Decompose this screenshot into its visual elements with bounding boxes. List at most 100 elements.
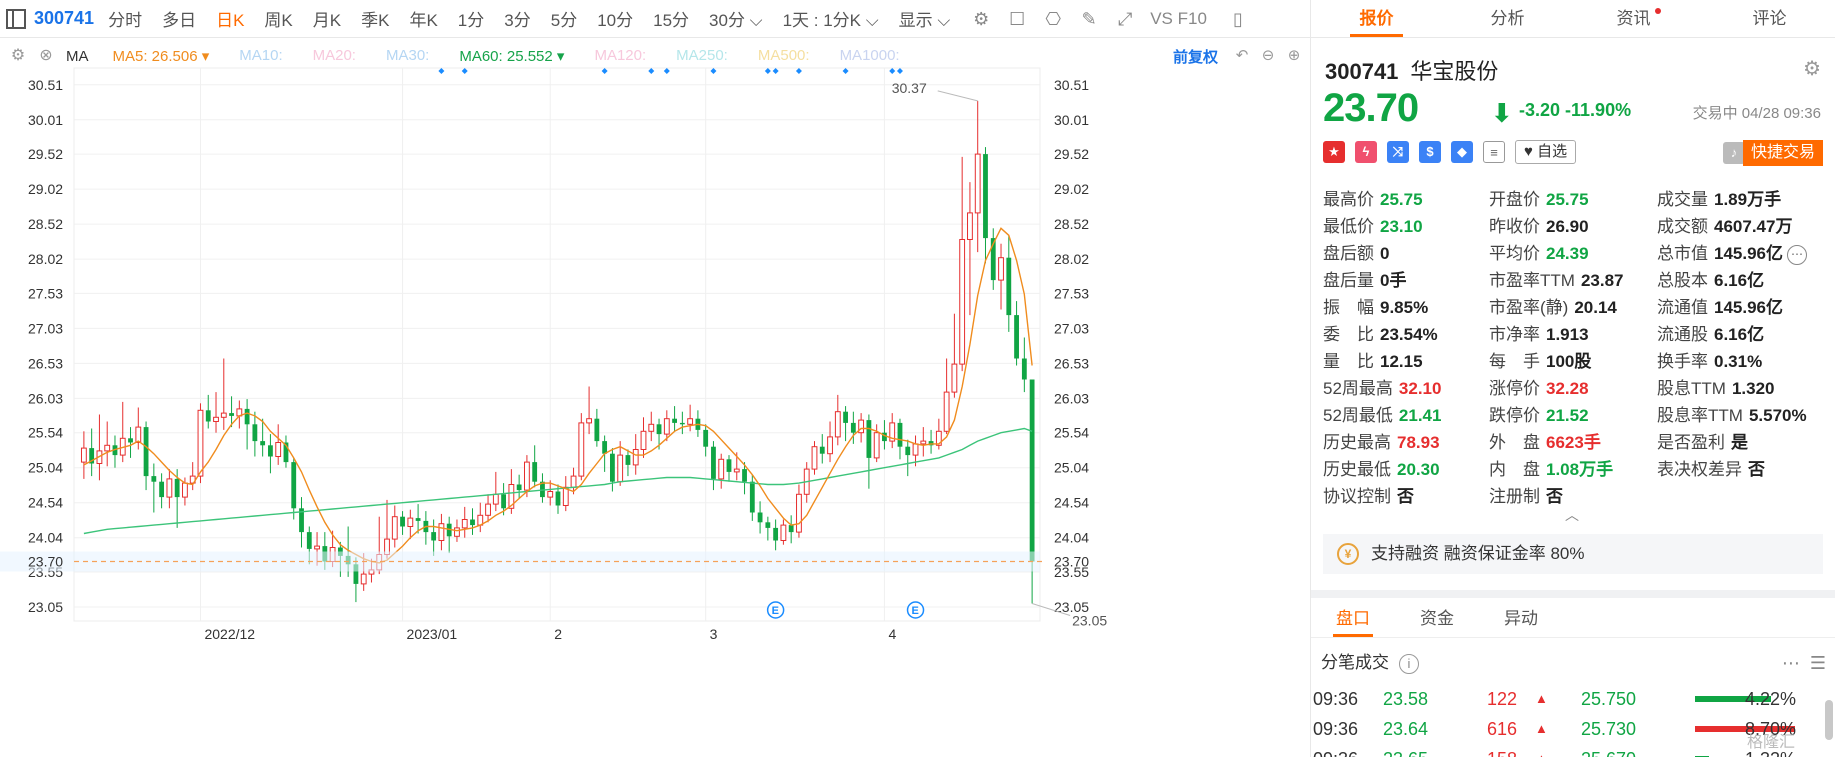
- period-tab[interactable]: 3分: [504, 6, 530, 31]
- quote-row: 52周最低 21.41 跌停价 21.52 股息率TTM 5.570%: [1323, 402, 1833, 429]
- period-tab[interactable]: 显示 ⌵: [899, 6, 951, 31]
- info-icon[interactable]: i: [1399, 654, 1419, 674]
- candle: [866, 414, 872, 489]
- quote-tab[interactable]: 资讯: [1573, 0, 1704, 37]
- ma-item[interactable]: MA250:: [676, 47, 728, 65]
- sub-tab[interactable]: 资金: [1395, 600, 1479, 637]
- event-marker[interactable]: [896, 68, 903, 74]
- event-marker[interactable]: [795, 68, 802, 74]
- period-tab[interactable]: 季K: [361, 6, 389, 31]
- camera-icon[interactable]: ⎔: [1042, 8, 1064, 30]
- candle-body: [974, 153, 981, 214]
- margin-info[interactable]: ¥ 支持融资 融资保证金率 80%: [1323, 534, 1823, 574]
- period-tab[interactable]: 15分: [653, 6, 689, 31]
- ma-item[interactable]: MA20:: [313, 47, 356, 65]
- quote-row: 历史最低 20.30 内 盘 1.08万手 表决权差异否: [1323, 456, 1833, 483]
- candle: [983, 147, 988, 264]
- period-tab[interactable]: 年K: [409, 6, 437, 31]
- period-tab[interactable]: 周K: [264, 6, 292, 31]
- quote-row: 振 幅 9.85% 市盈率(静) 20.14 流通值 145.96亿: [1323, 294, 1833, 321]
- period-tab[interactable]: 10分: [597, 6, 633, 31]
- more-menu-icon[interactable]: ⋯ ☰: [1782, 648, 1826, 678]
- quote-cell: 52周最低 21.41: [1323, 402, 1489, 429]
- add-watchlist-button[interactable]: ♥ 自选: [1515, 140, 1577, 164]
- candle-body: [632, 449, 639, 466]
- quote-cell: 振 幅 9.85%: [1323, 294, 1489, 321]
- period-tab[interactable]: 1天 : 1分K ⌵: [783, 6, 879, 31]
- quote-tab[interactable]: 分析: [1442, 0, 1573, 37]
- period-tab[interactable]: 30分 ⌵: [709, 6, 763, 31]
- period-tab[interactable]: 1分: [458, 6, 484, 31]
- ma-item[interactable]: MA10:: [239, 47, 282, 65]
- close-icon[interactable]: ⊗: [36, 46, 56, 66]
- quote-tab[interactable]: 评论: [1704, 0, 1835, 37]
- quote-tab[interactable]: 报价: [1311, 0, 1442, 37]
- event-marker[interactable]: [438, 68, 445, 74]
- quote-label: 52周最高: [1323, 379, 1393, 398]
- settings-icon[interactable]: ⚙: [970, 8, 992, 30]
- event-marker[interactable]: [764, 68, 771, 74]
- candle-body: [135, 426, 142, 444]
- period-tab[interactable]: 5分: [551, 6, 577, 31]
- current-price-tag-right: 23.70: [1054, 554, 1089, 570]
- sidebar-icon[interactable]: ▯: [1227, 8, 1249, 30]
- panel-toggle-icon[interactable]: [6, 8, 26, 29]
- candle-body: [501, 494, 507, 509]
- collapse-caret-icon[interactable]: ︿: [1565, 505, 1579, 525]
- quick-trade-button[interactable]: 快捷交易: [1742, 140, 1823, 166]
- sub-tab[interactable]: 异动: [1479, 600, 1563, 637]
- ma-item[interactable]: MA500:: [758, 47, 810, 65]
- bell-icon[interactable]: ♪: [1723, 142, 1745, 164]
- china-flag-icon[interactable]: ★: [1323, 141, 1345, 163]
- ma-item[interactable]: MA60: 25.552 ▾: [459, 47, 564, 65]
- event-marker[interactable]: [648, 68, 655, 74]
- lightning-icon[interactable]: ϟ: [1355, 141, 1377, 163]
- event-marker[interactable]: [889, 68, 896, 74]
- kline-chart[interactable]: 30.51 30.51 30.01 30.01 29.52 29.52 29.02 29.02…: [0, 66, 1310, 757]
- fullscreen-icon[interactable]: ⤢: [1114, 8, 1136, 30]
- period-tab[interactable]: 分时: [108, 6, 142, 31]
- doc-icon[interactable]: ≡: [1483, 141, 1505, 163]
- ma-item[interactable]: MA30:: [386, 47, 429, 65]
- quote-cell: 每 手 100股: [1489, 348, 1657, 375]
- pen-icon[interactable]: ✎: [1078, 8, 1100, 30]
- gear-icon[interactable]: ⚙: [1803, 56, 1821, 81]
- event-marker[interactable]: [710, 68, 717, 74]
- gear-icon[interactable]: ⚙: [8, 46, 28, 66]
- event-marker[interactable]: [842, 68, 849, 74]
- ma-item[interactable]: MA1000:: [840, 47, 900, 65]
- event-marker[interactable]: [601, 68, 608, 74]
- quote-tabs: 报价 分析 资讯 评论: [1311, 0, 1835, 38]
- ma-label[interactable]: MA: [66, 48, 89, 65]
- quote-value: 23.87: [1580, 271, 1624, 290]
- quote-panel: 报价 分析 资讯 评论 300741 华宝股份 ⚙ 23.70 ⬇ -3.20 -11.…: [1310, 0, 1835, 757]
- ma-item[interactable]: MA5: 26.506 ▾: [113, 47, 210, 65]
- event-marker[interactable]: [461, 68, 468, 74]
- candle-body: [1014, 315, 1019, 359]
- quote-cell: 最高价 25.75: [1323, 186, 1489, 213]
- candle-body: [360, 573, 367, 585]
- draw-box-icon[interactable]: ☐: [1006, 8, 1028, 30]
- event-marker[interactable]: [663, 68, 670, 74]
- zoom-out-icon[interactable]: ⊖: [1258, 46, 1278, 66]
- undo-icon[interactable]: ↶: [1232, 46, 1252, 66]
- period-tab[interactable]: 日K: [216, 6, 244, 31]
- dollar-icon[interactable]: $: [1419, 141, 1441, 163]
- candle: [299, 497, 304, 548]
- candle-body: [843, 411, 848, 423]
- vs-f10-button[interactable]: VS F10: [1150, 9, 1207, 29]
- tag-icon[interactable]: ◆: [1451, 141, 1473, 163]
- event-marker[interactable]: [772, 68, 779, 74]
- zoom-in-icon[interactable]: ⊕: [1284, 46, 1304, 66]
- adjust-select[interactable]: 前复权: [1173, 46, 1218, 67]
- period-tab[interactable]: 多日: [162, 6, 196, 31]
- quote-value: 6623手: [1546, 433, 1601, 452]
- candle-body: [703, 429, 709, 447]
- y-tick-left: 30.01: [28, 112, 63, 128]
- ma-item[interactable]: MA120:: [594, 47, 646, 65]
- more-icon[interactable]: ⋯: [1787, 244, 1807, 265]
- period-tab[interactable]: 月K: [313, 6, 341, 31]
- sub-tab[interactable]: 盘口: [1311, 600, 1395, 637]
- shuffle-icon[interactable]: ⤨: [1387, 141, 1409, 163]
- scrollbar[interactable]: [1825, 700, 1833, 740]
